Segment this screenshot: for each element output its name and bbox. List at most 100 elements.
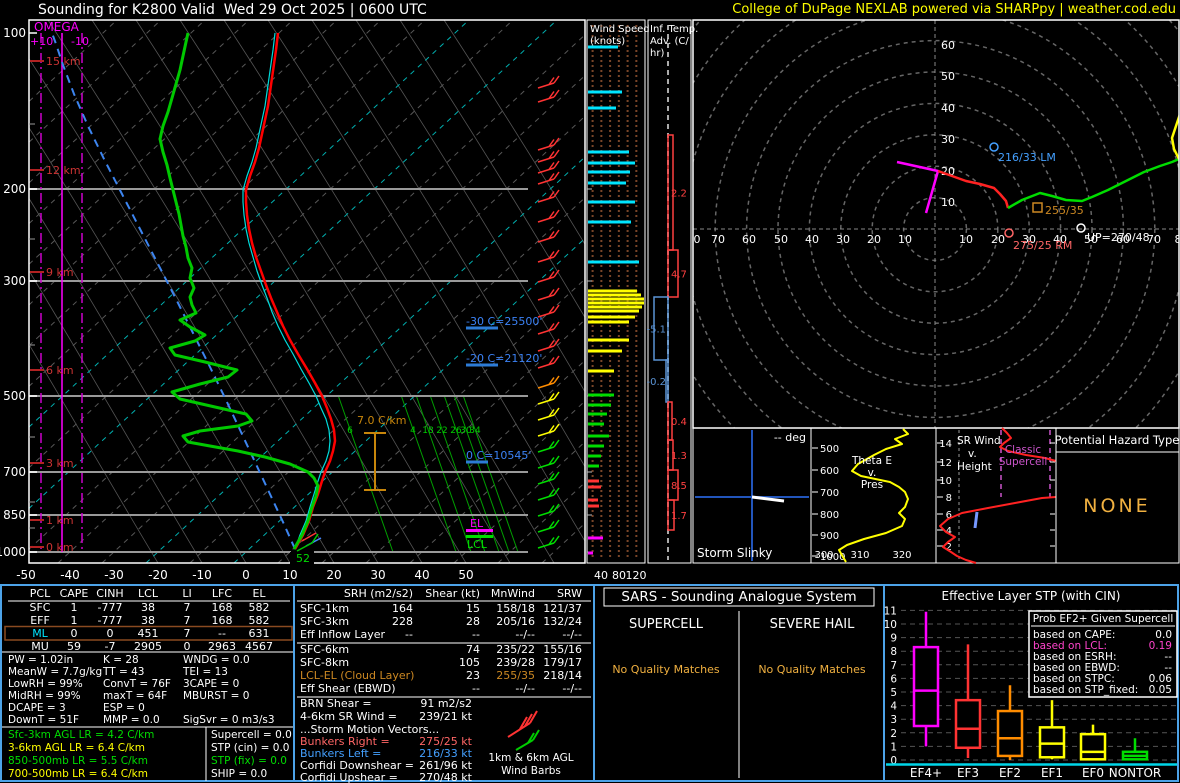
thermo-value: SigSvr = 0 m3/s3 xyxy=(183,714,275,726)
hodograph-axis-label: 20 xyxy=(991,233,1005,246)
wind-barb-icon xyxy=(553,439,560,448)
wind-speed-bar xyxy=(588,403,611,407)
wind-speed-bar xyxy=(588,454,601,458)
thermo-value: TT = 43 xyxy=(102,666,144,678)
pcl-header: LI xyxy=(182,587,191,600)
advection-value: 4.7 xyxy=(671,270,687,281)
stp-legend-value: 0.05 xyxy=(1149,684,1172,696)
kinematics-cell: --/-- xyxy=(515,628,535,641)
pcl-cell: -7 xyxy=(105,640,116,653)
wind-barb-icon xyxy=(537,328,555,335)
pressure-label: 1000 xyxy=(0,545,26,559)
height-label: 9 km xyxy=(46,266,74,279)
lapse-rate-value: 850-500mb LR = 5.5 C/km xyxy=(8,755,148,767)
skewt-frame xyxy=(28,19,586,564)
storm-motion-marker xyxy=(989,142,999,152)
dry-adiabat-line xyxy=(29,57,335,563)
pressure-label: 100 xyxy=(3,26,26,40)
wind-speed-bar xyxy=(588,504,599,508)
wind-barb-icon xyxy=(553,287,560,296)
pressure-label: 700 xyxy=(3,465,26,479)
srwind-y-label: 14 xyxy=(939,439,952,450)
thermo-value: TEI = 13 xyxy=(182,666,228,678)
thetae-title: Pres xyxy=(861,479,883,491)
storm-motion-marker xyxy=(1004,228,1014,238)
srwind-curve xyxy=(939,496,1057,564)
stp-y-label: 1 xyxy=(890,741,897,753)
height-label: 6 km xyxy=(46,364,74,377)
advection-value: 8.5 xyxy=(671,481,687,492)
stp-y-label: 7 xyxy=(890,660,897,672)
wind-speed-bar xyxy=(588,444,604,448)
advection-value: 0.4 xyxy=(671,417,687,428)
mixing-ratio-label: 34 xyxy=(469,426,481,436)
thermo-value: LowRH = 99% xyxy=(8,678,83,690)
pcl-header: CINH xyxy=(96,587,123,600)
barb-caption: Wind Barbs xyxy=(501,765,561,777)
wind-speed-bar xyxy=(588,181,626,185)
omega-plus-label: +10 xyxy=(30,35,53,48)
stp-box xyxy=(912,645,940,728)
kinematics-cell: 179/17 xyxy=(543,656,582,669)
kinematics-cell: 228 xyxy=(392,615,413,628)
pcl-cell: 7 xyxy=(184,627,191,640)
pcl-cell: 582 xyxy=(249,601,270,614)
kinematics-cell: 218/14 xyxy=(543,669,582,682)
wind-speed-bar xyxy=(588,422,604,426)
kinematics-cell: 105 xyxy=(459,656,480,669)
wind-barb-icon xyxy=(553,304,560,313)
advection-value: -5.1 xyxy=(646,325,666,336)
wind-speed-bar xyxy=(588,434,609,438)
pcl-cell: 0 xyxy=(184,640,191,653)
composite-index-value: SHIP = 0.0 xyxy=(211,768,267,780)
temp-axis-label: 20 xyxy=(326,568,341,582)
storm-motion-label: UP=270/48 xyxy=(1087,231,1150,244)
wind-barb-icon xyxy=(553,407,560,416)
hodograph-axis-label: 10 xyxy=(959,233,973,246)
storm-motion-label: 275/25 RM xyxy=(1013,239,1072,252)
advection-value: 1.7 xyxy=(671,511,687,522)
kinematics-cell: 255/35 xyxy=(496,669,535,682)
pressure-label: 850 xyxy=(3,508,26,522)
advection-title: hr) xyxy=(650,48,664,59)
stp-y-label: 11 xyxy=(884,605,897,617)
kinematics-extra-value: 239/21 kt xyxy=(419,710,473,723)
wind-barb-icon xyxy=(537,82,555,89)
thetae-title: Theta E xyxy=(851,455,892,467)
sars-supercell-header: SUPERCELL xyxy=(629,617,704,632)
pcl-cell: 7 xyxy=(184,601,191,614)
isotherm-line xyxy=(29,20,250,225)
sounding-canvas: 641822263034100200300500700850100015 km1… xyxy=(0,19,1180,783)
thermo-value: 3CAPE = 0 xyxy=(183,678,239,690)
dry-adiabat-line xyxy=(29,197,247,563)
kinematics-row-name: Eff Inflow Layer xyxy=(300,628,386,641)
lcl-label: LCL xyxy=(467,538,488,551)
advection-title: Inf. Temp. xyxy=(650,24,698,35)
skewt-plot: 6 4 18 22 263034 xyxy=(29,20,585,563)
thermo-value: DownT = 51F xyxy=(8,714,79,726)
srwind-y-label: 10 xyxy=(939,476,952,487)
pcl-header: LFC xyxy=(212,587,232,600)
hodograph-axis-label: 30 xyxy=(836,233,850,246)
hodograph-axis-label: 60 xyxy=(742,233,756,246)
omega-minus-label: -10 xyxy=(71,35,89,48)
lapse-rate-value: 3-6km AGL LR = 6.4 C/km xyxy=(8,742,145,754)
dry-adiabat-line xyxy=(91,20,423,563)
pcl-cell: 38 xyxy=(141,614,155,627)
pcl-cell: 7 xyxy=(184,614,191,627)
wind-speed-bar xyxy=(588,301,644,305)
wind-barb-icon xyxy=(553,189,560,198)
srwind-title: v. xyxy=(968,448,977,460)
kinematics-cell: --/-- xyxy=(515,682,535,695)
stp-category-label: EF0 xyxy=(1082,766,1104,780)
wind-speed-bar xyxy=(588,485,601,489)
hodograph-axis-label: 50 xyxy=(774,233,788,246)
kinematics-cell: -- xyxy=(472,682,480,695)
wind-speed-bar xyxy=(588,349,622,353)
isotherm-line xyxy=(409,400,585,563)
temp-axis-label: -10 xyxy=(192,568,212,582)
thermo-value: MMP = 0.0 xyxy=(103,714,160,726)
temp-axis-label: 10 xyxy=(282,568,297,582)
height-label: 1 km xyxy=(46,514,74,527)
slinky-title: Storm Slinky xyxy=(697,546,772,560)
